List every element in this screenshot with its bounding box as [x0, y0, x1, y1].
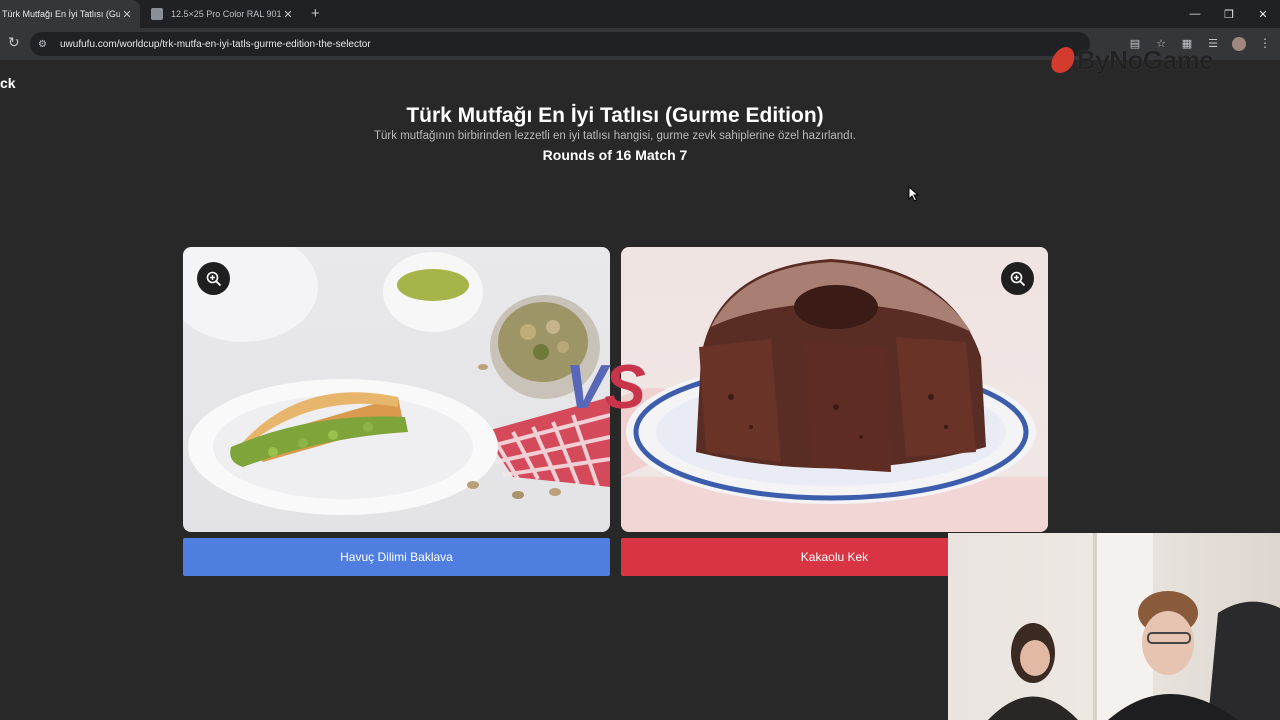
round-info: Rounds of 16 Match 7: [542, 147, 688, 163]
watermark-logo-icon: [1048, 47, 1078, 73]
tab-title: Türk Mutfağı En İyi Tatlısı (Gurme: [2, 9, 120, 19]
vs-s-letter: S: [604, 353, 645, 422]
stream-watermark: ByNoGame: [1048, 44, 1214, 76]
site-info-icon[interactable]: ⚙: [38, 39, 56, 50]
more-menu-icon[interactable]: ⋮: [1256, 34, 1274, 52]
address-bar[interactable]: ⚙ uwufufu.com/worldcup/trk-mutfa-en-iyi-…: [30, 32, 1090, 56]
choice-image-right[interactable]: [621, 247, 1048, 532]
new-tab-icon[interactable]: +: [311, 5, 320, 22]
webcam-overlay: [948, 533, 1280, 720]
page-subtitle: Türk mutfağının birbirinden lezzetli en …: [374, 130, 856, 142]
window-controls: — ❐ ✕: [1178, 0, 1280, 28]
chocolate-cake-photo: [621, 259, 1048, 532]
browser-tab-strip: Türk Mutfağı En İyi Tatlısı (Gurme ✕ 12.…: [0, 0, 1280, 28]
zoom-in-icon: [206, 271, 221, 286]
baklava-photo: [183, 247, 610, 515]
tab-inactive[interactable]: 12.5×25 Pro Color RAL 9016 Be ✕: [143, 0, 301, 28]
webcam-feed-image: [988, 533, 1280, 720]
close-icon[interactable]: ✕: [281, 8, 295, 21]
close-icon[interactable]: ✕: [120, 8, 134, 21]
tab-title: 12.5×25 Pro Color RAL 9016 Be: [171, 9, 281, 19]
watermark-text: ByNoGame: [1077, 44, 1214, 75]
profile-icon[interactable]: [1230, 34, 1248, 52]
restore-icon[interactable]: ❐: [1212, 0, 1246, 28]
back-link[interactable]: ck: [0, 75, 16, 91]
vs-v-letter: V: [565, 353, 606, 422]
zoom-button-left[interactable]: [197, 262, 230, 295]
minimize-icon[interactable]: —: [1178, 0, 1212, 28]
choice-image-left[interactable]: [183, 247, 610, 532]
avatar: [1232, 37, 1246, 51]
window-close-icon[interactable]: ✕: [1246, 0, 1280, 28]
page-title: Türk Mutfağı En İyi Tatlısı (Gurme Editi…: [406, 104, 824, 127]
tab-active[interactable]: Türk Mutfağı En İyi Tatlısı (Gurme ✕: [0, 0, 140, 28]
vs-badge: VS: [565, 352, 646, 423]
url-text: uwufufu.com/worldcup/trk-mutfa-en-iyi-ta…: [60, 38, 371, 50]
tab-favicon-icon: [151, 8, 163, 20]
choice-button-left[interactable]: Havuç Dilimi Baklava: [183, 538, 610, 576]
zoom-button-right[interactable]: [1001, 262, 1034, 295]
reload-icon[interactable]: ↻: [8, 34, 20, 51]
mouse-cursor-icon: [908, 186, 920, 202]
zoom-in-icon: [1010, 271, 1025, 286]
